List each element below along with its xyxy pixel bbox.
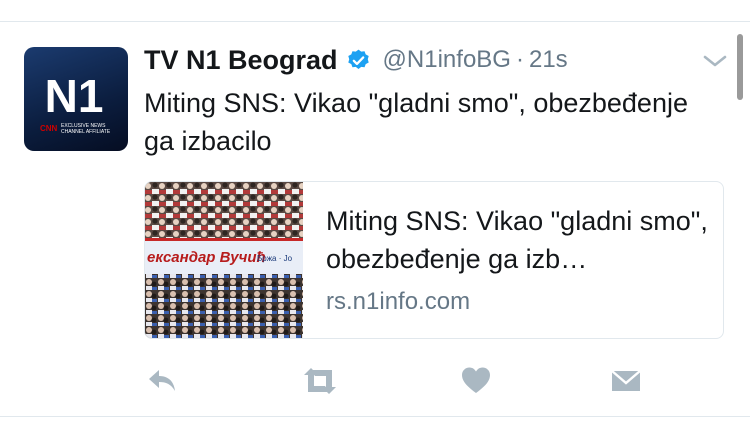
separator-dot: ·	[515, 46, 524, 73]
n1-logo: N1 CNN EXCLUSIVE NEWS CHANNEL AFFILIATE	[40, 70, 111, 135]
envelope-icon[interactable]	[610, 366, 642, 396]
cnn-label: CNN	[40, 124, 58, 133]
card-title: Miting SNS: Vikao "gladni smo", obezbeđe…	[326, 206, 708, 274]
tweet-header: TV N1 Beograd @N1infoBG · 21s	[144, 40, 568, 80]
display-name[interactable]: TV N1 Beograd	[144, 45, 338, 76]
card-image-banner-small: Бржа · Јо	[257, 254, 293, 263]
user-handle[interactable]: @N1infoBG	[383, 46, 511, 74]
heart-icon[interactable]	[461, 366, 491, 396]
link-card[interactable]: ексaндар Вучић Бржа · Јо Miting SNS: Vik…	[144, 181, 724, 339]
top-divider	[0, 21, 750, 22]
reply-icon[interactable]	[145, 366, 179, 396]
verified-badge-icon	[346, 48, 371, 73]
tweet-actions	[0, 362, 750, 402]
chevron-down-icon[interactable]	[702, 52, 728, 70]
avatar[interactable]: N1 CNN EXCLUSIVE NEWS CHANNEL AFFILIATE	[24, 47, 128, 151]
timestamp[interactable]: 21s	[529, 46, 568, 74]
card-body: Miting SNS: Vikao "gladni smo", obezbeđe…	[326, 202, 711, 316]
tweet-text: Miting SNS: Vikao "gladni smo", obezbeđe…	[144, 88, 688, 156]
card-domain: rs.n1info.com	[326, 288, 471, 315]
retweet-icon[interactable]	[300, 366, 340, 396]
card-image-banner-text: ексaндар Вучић	[147, 249, 266, 266]
card-image: ексaндар Вучић Бржа · Јо	[145, 182, 303, 338]
bottom-divider	[0, 416, 750, 417]
scrollbar[interactable]	[737, 34, 743, 100]
affiliate-line-2: CHANNEL AFFILIATE	[61, 129, 111, 135]
logo-text: N1	[45, 70, 104, 122]
